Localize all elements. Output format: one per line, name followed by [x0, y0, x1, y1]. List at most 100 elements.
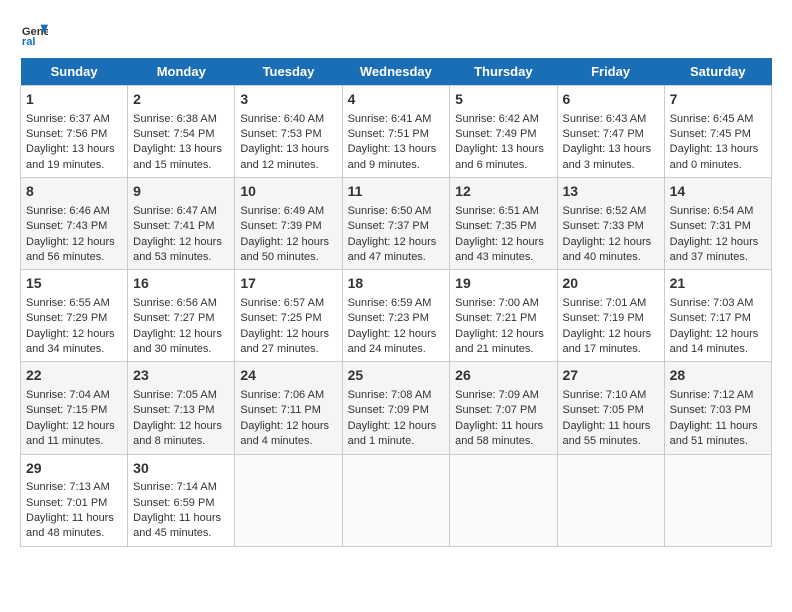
week-row-3: 15Sunrise: 6:55 AMSunset: 7:29 PMDayligh… — [21, 270, 772, 362]
day-5: 5Sunrise: 6:42 AMSunset: 7:49 PMDaylight… — [450, 86, 557, 178]
sunrise-text: Sunrise: 7:13 AM — [26, 481, 110, 493]
sunrise-text: Sunrise: 6:38 AM — [133, 113, 217, 125]
day-number: 22 — [26, 366, 122, 386]
empty-cell — [557, 454, 664, 546]
sunrise-text: Sunrise: 7:09 AM — [455, 389, 539, 401]
sunset-text: Sunset: 7:47 PM — [563, 128, 644, 140]
daylight-text: Daylight: 13 hours and 19 minutes. — [26, 143, 115, 170]
sunrise-text: Sunrise: 7:04 AM — [26, 389, 110, 401]
day-number: 28 — [670, 366, 766, 386]
sunset-text: Sunset: 7:05 PM — [563, 404, 644, 416]
day-18: 18Sunrise: 6:59 AMSunset: 7:23 PMDayligh… — [342, 270, 450, 362]
sunrise-text: Sunrise: 6:57 AM — [240, 297, 324, 309]
day-1: 1 Sunrise: 6:37 AM Sunset: 7:56 PM Daylight… — [21, 86, 128, 178]
sunrise-text: Sunrise: 7:03 AM — [670, 297, 754, 309]
day-27: 27Sunrise: 7:10 AMSunset: 7:05 PMDayligh… — [557, 362, 664, 454]
day-12: 12Sunrise: 6:51 AMSunset: 7:35 PMDayligh… — [450, 178, 557, 270]
sunrise-text: Sunrise: 6:42 AM — [455, 113, 539, 125]
day-24: 24Sunrise: 7:06 AMSunset: 7:11 PMDayligh… — [235, 362, 342, 454]
sunrise-text: Sunrise: 6:49 AM — [240, 205, 324, 217]
daylight-text: Daylight: 12 hours and 43 minutes. — [455, 236, 544, 263]
day-number: 20 — [563, 274, 659, 294]
daylight-text: Daylight: 12 hours and 24 minutes. — [348, 328, 437, 355]
day-19: 19Sunrise: 7:00 AMSunset: 7:21 PMDayligh… — [450, 270, 557, 362]
day-number: 27 — [563, 366, 659, 386]
day-number: 1 — [26, 90, 122, 110]
sunset-text: Sunset: 7:03 PM — [670, 404, 751, 416]
day-22: 22Sunrise: 7:04 AMSunset: 7:15 PMDayligh… — [21, 362, 128, 454]
day-6: 6Sunrise: 6:43 AMSunset: 7:47 PMDaylight… — [557, 86, 664, 178]
day-number: 16 — [133, 274, 229, 294]
sunset-text: Sunset: 7:56 PM — [26, 128, 107, 140]
day-7: 7Sunrise: 6:45 AMSunset: 7:45 PMDaylight… — [664, 86, 771, 178]
day-number: 18 — [348, 274, 445, 294]
sunrise-text: Sunrise: 7:12 AM — [670, 389, 754, 401]
daylight-text: Daylight: 12 hours and 40 minutes. — [563, 236, 652, 263]
sunrise-text: Sunrise: 6:37 AM — [26, 113, 110, 125]
sunrise-text: Sunrise: 6:56 AM — [133, 297, 217, 309]
daylight-text: Daylight: 13 hours and 15 minutes. — [133, 143, 222, 170]
header: Gene ral — [20, 20, 772, 48]
sunset-text: Sunset: 7:35 PM — [455, 220, 536, 232]
day-number: 10 — [240, 182, 336, 202]
daylight-text: Daylight: 12 hours and 17 minutes. — [563, 328, 652, 355]
day-number: 21 — [670, 274, 766, 294]
sunrise-text: Sunrise: 6:50 AM — [348, 205, 432, 217]
day-14: 14Sunrise: 6:54 AMSunset: 7:31 PMDayligh… — [664, 178, 771, 270]
sunset-text: Sunset: 7:11 PM — [240, 404, 321, 416]
sunrise-text: Sunrise: 7:05 AM — [133, 389, 217, 401]
sunrise-text: Sunrise: 6:51 AM — [455, 205, 539, 217]
day-number: 11 — [348, 182, 445, 202]
daylight-text: Daylight: 11 hours and 58 minutes. — [455, 420, 543, 447]
daylight-text: Daylight: 13 hours and 9 minutes. — [348, 143, 437, 170]
sunrise-text: Sunrise: 7:14 AM — [133, 481, 217, 493]
daylight-text: Daylight: 12 hours and 34 minutes. — [26, 328, 115, 355]
week-row-5: 29Sunrise: 7:13 AMSunset: 7:01 PMDayligh… — [21, 454, 772, 546]
day-17: 17Sunrise: 6:57 AMSunset: 7:25 PMDayligh… — [235, 270, 342, 362]
daylight-text: Daylight: 12 hours and 4 minutes. — [240, 420, 329, 447]
sunrise-text: Sunrise: 6:47 AM — [133, 205, 217, 217]
svg-text:ral: ral — [22, 36, 36, 48]
sunset-text: Sunset: 7:45 PM — [670, 128, 751, 140]
day-number: 2 — [133, 90, 229, 110]
week-row-4: 22 Sunrise: 7:04 AM Sunset: 7:15 PM Dayligh… — [21, 362, 772, 454]
daylight-text: Daylight: 11 hours and 51 minutes. — [670, 420, 758, 447]
sunrise-text: Sunrise: 7:00 AM — [455, 297, 539, 309]
sunrise-text: Sunrise: 6:52 AM — [563, 205, 647, 217]
sunrise-text: Sunrise: 7:06 AM — [240, 389, 324, 401]
day-29: 29Sunrise: 7:13 AMSunset: 7:01 PMDayligh… — [21, 454, 128, 546]
empty-cell — [664, 454, 771, 546]
sunrise-text: Sunrise: 6:55 AM — [26, 297, 110, 309]
sunset-text: Sunset: 7:49 PM — [455, 128, 536, 140]
day-number: 29 — [26, 459, 122, 479]
day-number: 15 — [26, 274, 122, 294]
col-saturday: Saturday — [664, 58, 771, 86]
day-8: 8Sunrise: 6:46 AMSunset: 7:43 PMDaylight… — [21, 178, 128, 270]
day-4: 4Sunrise: 6:41 AMSunset: 7:51 PMDaylight… — [342, 86, 450, 178]
sunset-text: Sunset: 7:21 PM — [455, 312, 536, 324]
sunrise-text: Sunrise: 6:45 AM — [670, 113, 754, 125]
sunset-text: Sunset: 7:15 PM — [26, 404, 107, 416]
sunset-text: Sunset: 7:27 PM — [133, 312, 214, 324]
sunrise-text: Sunrise: 6:41 AM — [348, 113, 432, 125]
day-13: 13Sunrise: 6:52 AMSunset: 7:33 PMDayligh… — [557, 178, 664, 270]
day-number: 25 — [348, 366, 445, 386]
daylight-text: Daylight: 12 hours and 30 minutes. — [133, 328, 222, 355]
sunset-text: Sunset: 7:01 PM — [26, 497, 107, 509]
day-26: 26Sunrise: 7:09 AMSunset: 7:07 PMDayligh… — [450, 362, 557, 454]
sunrise-text: Sunrise: 7:08 AM — [348, 389, 432, 401]
col-friday: Friday — [557, 58, 664, 86]
sunset-text: Sunset: 7:07 PM — [455, 404, 536, 416]
sunrise-text: Sunrise: 6:40 AM — [240, 113, 324, 125]
day-number: 19 — [455, 274, 551, 294]
day-11: 11Sunrise: 6:50 AMSunset: 7:37 PMDayligh… — [342, 178, 450, 270]
daylight-text: Daylight: 13 hours and 6 minutes. — [455, 143, 544, 170]
col-tuesday: Tuesday — [235, 58, 342, 86]
empty-cell — [235, 454, 342, 546]
daylight-text: Daylight: 12 hours and 14 minutes. — [670, 328, 759, 355]
week-row-2: 8Sunrise: 6:46 AMSunset: 7:43 PMDaylight… — [21, 178, 772, 270]
day-16: 16 Sunrise: 6:56 AM Sunset: 7:27 PM Dayligh… — [128, 270, 235, 362]
day-number: 6 — [563, 90, 659, 110]
daylight-text: Daylight: 12 hours and 56 minutes. — [26, 236, 115, 263]
daylight-text: Daylight: 12 hours and 1 minute. — [348, 420, 437, 447]
